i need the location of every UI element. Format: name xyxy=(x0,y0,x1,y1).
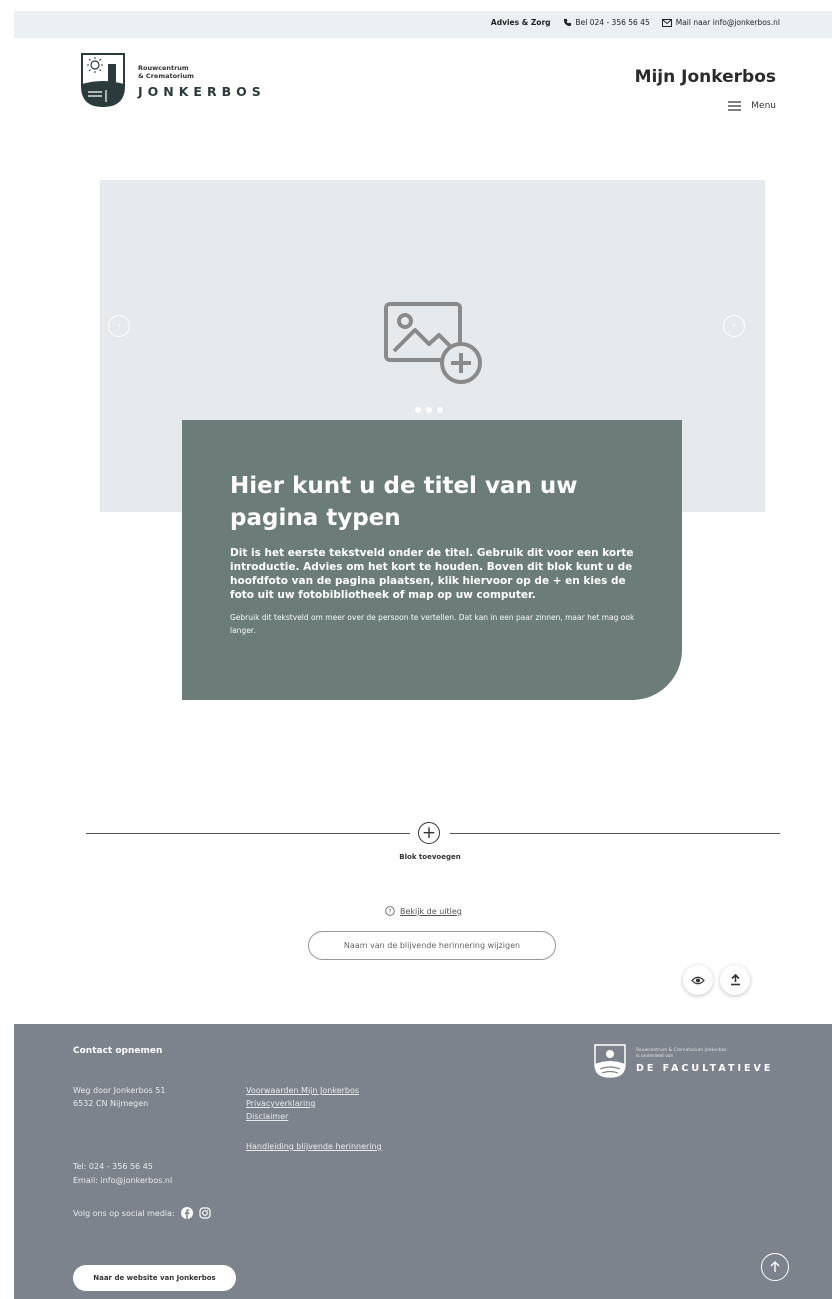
divider-right xyxy=(450,833,780,834)
phone-text: Bel 024 - 356 56 45 xyxy=(575,18,650,27)
menu-label: Menu xyxy=(751,101,776,111)
arrow-up-icon xyxy=(770,1261,780,1272)
mail-link[interactable]: Mail naar info@jonkerbos.nl xyxy=(661,18,780,27)
footer-links: Voorwaarden Mijn Jonkerbos Privacyverkla… xyxy=(246,1084,382,1153)
footer-address: Weg door Jonkerbos 51 6532 CN Nijmegen xyxy=(73,1084,165,1110)
top-bar: Advies & Zorg Bel 024 - 356 56 45 Mail n… xyxy=(14,11,832,38)
disclaimer-link[interactable]: Disclaimer xyxy=(246,1110,382,1123)
facultatieve-logo-icon xyxy=(594,1044,626,1078)
body-text[interactable]: Gebruik dit tekstveld om meer over de pe… xyxy=(230,611,644,637)
facebook-icon[interactable] xyxy=(180,1207,193,1219)
website-button[interactable]: Naar de website van Jonkerbos xyxy=(73,1265,236,1291)
mail-text: Mail naar info@jonkerbos.nl xyxy=(675,18,780,27)
plus-icon: + xyxy=(421,822,437,843)
phone-icon xyxy=(563,18,571,27)
facultatieve-name: DE FACULTATIEVE xyxy=(636,1063,774,1074)
hamburger-icon xyxy=(728,101,742,111)
preview-button[interactable] xyxy=(683,965,713,995)
privacy-link[interactable]: Privacyverklaring xyxy=(246,1097,382,1110)
logo-sub-2: & Crematorium xyxy=(138,71,194,80)
slide-dot[interactable] xyxy=(415,407,421,413)
footer-social: Volg ons op social media: xyxy=(73,1207,211,1219)
back-to-top-button[interactable] xyxy=(761,1253,789,1281)
slide-dots xyxy=(415,407,443,413)
rename-button[interactable]: Naam van de blijvende herinnering wijzig… xyxy=(308,931,556,960)
manual-link[interactable]: Handleiding blijvende herinnering xyxy=(246,1140,382,1153)
facultatieve-logo[interactable]: Rouwcentrum & Crematorium Jonkerbos is o… xyxy=(594,1044,773,1078)
mijn-jonkerbos-link[interactable]: Mijn Jonkerbos xyxy=(635,67,776,87)
social-label: Volg ons op social media: xyxy=(73,1208,175,1218)
share-button[interactable] xyxy=(720,965,750,995)
jonkerbos-logo[interactable]: Rouwcentrum & Crematorium JONKERBOS xyxy=(80,52,266,108)
intro-text[interactable]: Dit is het eerste tekstveld onder de tit… xyxy=(230,546,644,602)
top-bar-links: Advies & Zorg Bel 024 - 356 56 45 Mail n… xyxy=(491,18,780,27)
mail-icon xyxy=(661,18,672,27)
logo-sub-1: Rouwcentrum xyxy=(138,63,189,72)
add-image-icon[interactable] xyxy=(383,301,483,386)
footer-contact: Tel: 024 - 356 56 45 Email: info@jonkerb… xyxy=(73,1160,172,1188)
intro-card: Hier kunt u de titel van uw pagina typen… xyxy=(182,420,682,700)
advies-link[interactable]: Advies & Zorg xyxy=(491,18,551,27)
svg-text:?: ? xyxy=(388,907,391,915)
footer-tel[interactable]: Tel: 024 - 356 56 45 xyxy=(73,1160,172,1174)
hero-next-button[interactable]: › xyxy=(723,315,745,337)
eye-icon xyxy=(691,976,705,984)
jonkerbos-logo-icon xyxy=(81,53,125,108)
facultatieve-sub-2: is onderdeel van xyxy=(636,1054,674,1059)
slide-dot[interactable] xyxy=(426,407,432,413)
phone-link[interactable]: Bel 024 - 356 56 45 xyxy=(563,18,650,27)
add-block-label[interactable]: Blok toevoegen xyxy=(380,853,480,861)
help-icon: ? xyxy=(385,906,395,916)
chevron-right-icon: › xyxy=(732,321,736,331)
logo-name: JONKERBOS xyxy=(138,83,266,99)
footer-email[interactable]: Email: info@jonkerbos.nl xyxy=(73,1174,172,1188)
explain-link[interactable]: ? Bekijk de uitleg xyxy=(385,906,462,916)
explain-text: Bekijk de uitleg xyxy=(400,906,462,916)
chevron-left-icon: ‹ xyxy=(117,321,121,331)
page-title[interactable]: Hier kunt u de titel van uw pagina typen xyxy=(230,470,644,534)
terms-link[interactable]: Voorwaarden Mijn Jonkerbos xyxy=(246,1084,382,1097)
divider-left xyxy=(86,833,410,834)
slide-dot[interactable] xyxy=(437,407,443,413)
menu-button[interactable]: Menu xyxy=(728,101,776,111)
footer-title: Contact opnemen xyxy=(73,1046,163,1056)
upload-icon xyxy=(730,974,740,986)
add-block-button[interactable]: + xyxy=(418,822,440,844)
address-line-2: 6532 CN Nijmegen xyxy=(73,1099,149,1108)
address-line-1: Weg door Jonkerbos 51 xyxy=(73,1086,166,1095)
hero-prev-button[interactable]: ‹ xyxy=(108,315,130,337)
footer: Contact opnemen Weg door Jonkerbos 51 65… xyxy=(14,1024,832,1299)
instagram-icon[interactable] xyxy=(199,1207,211,1219)
